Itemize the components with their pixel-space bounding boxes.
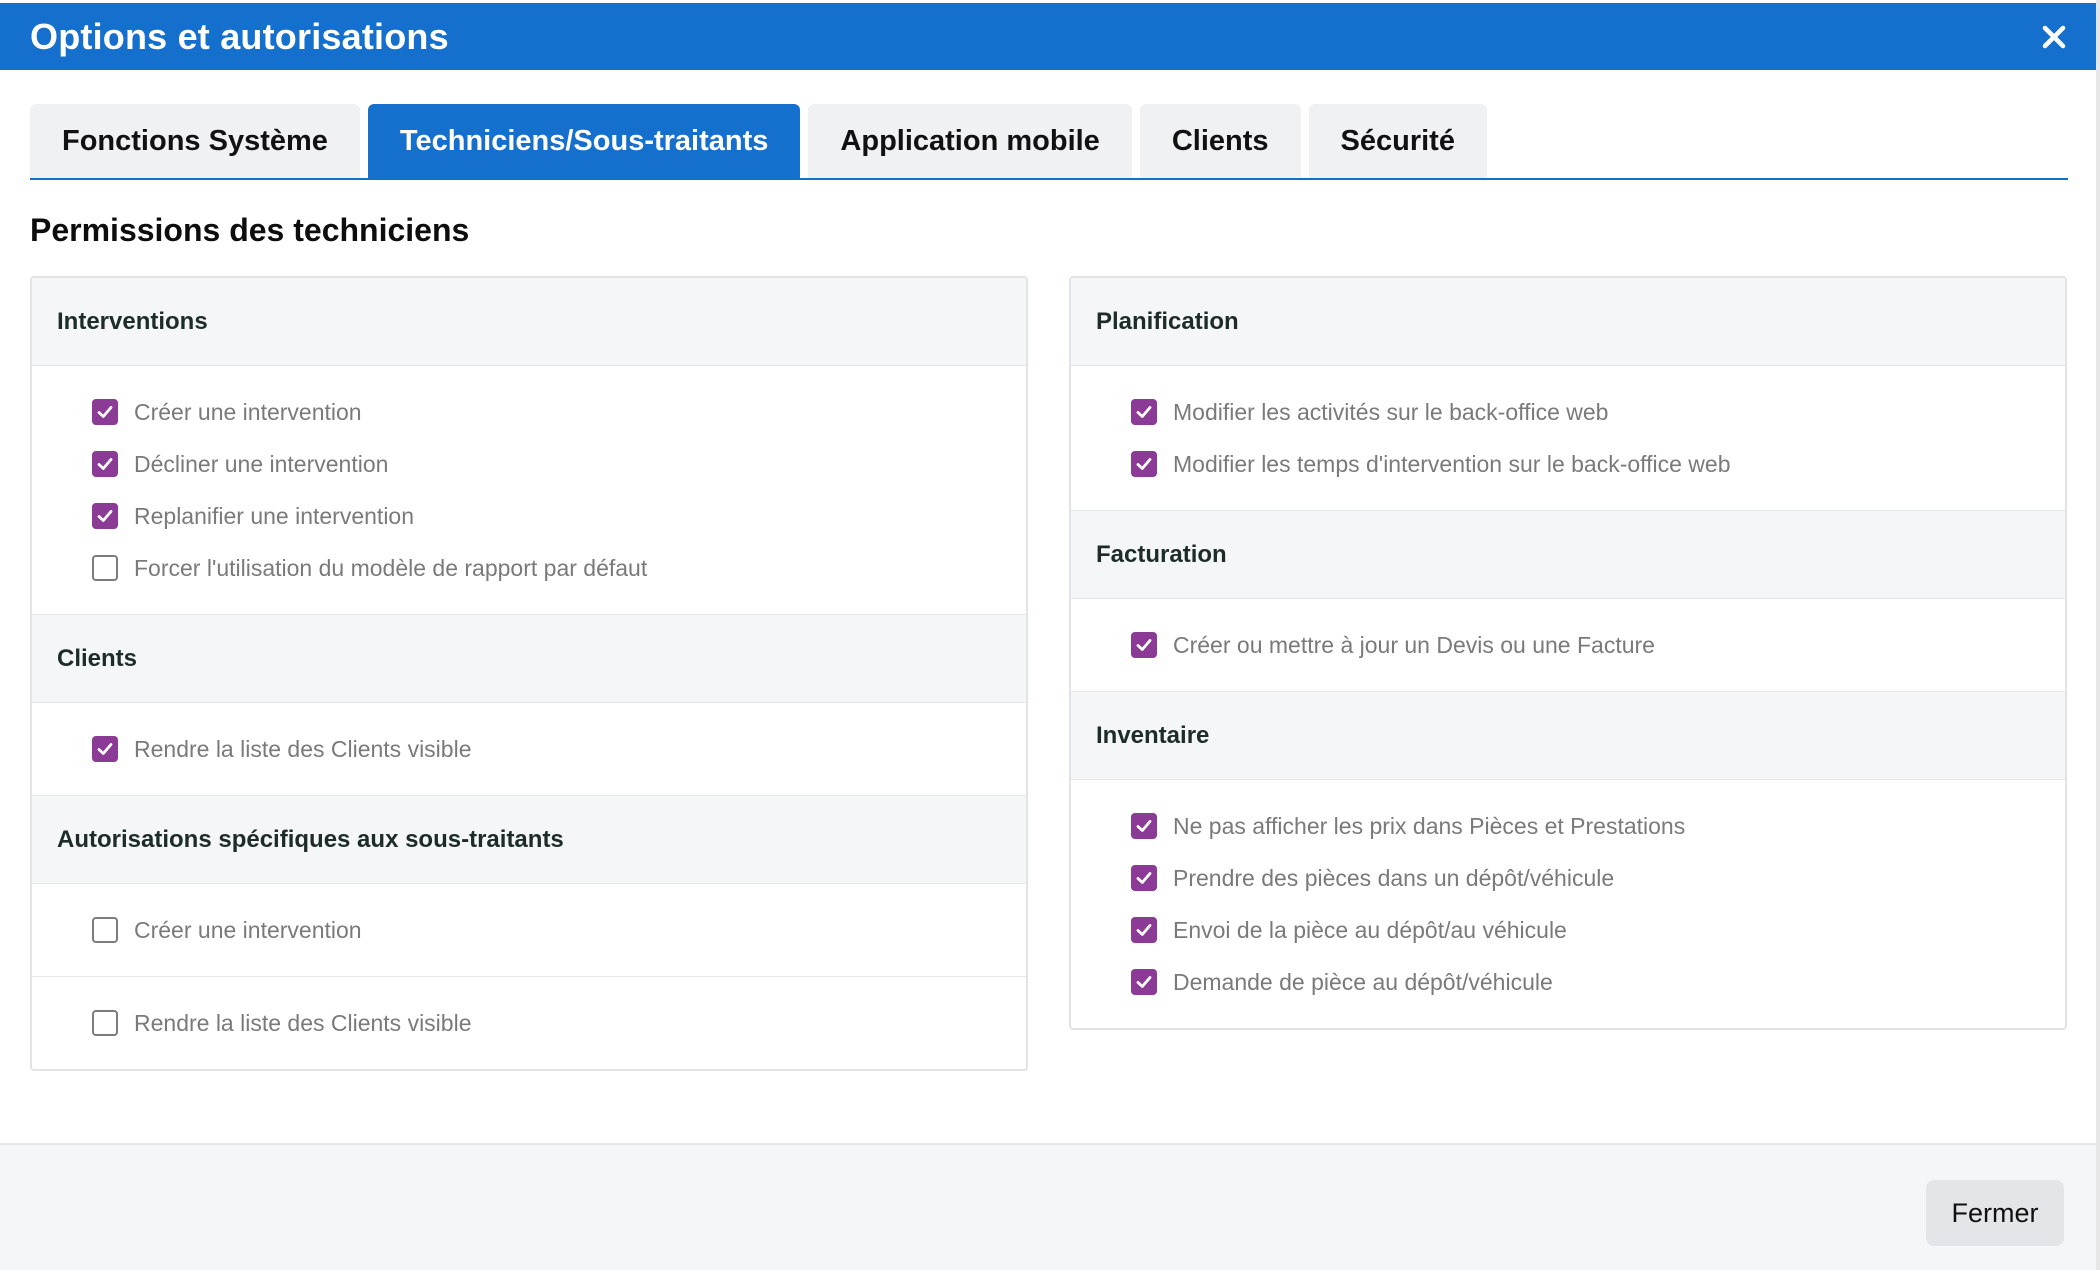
permission-item[interactable]: Prendre des pièces dans un dépôt/véhicul… [1131, 852, 2065, 904]
checkbox[interactable] [92, 503, 118, 529]
tab-label: Fonctions Système [62, 124, 328, 157]
dialog-footer: Fermer [0, 1143, 2096, 1270]
permission-item[interactable]: Envoi de la pièce au dépôt/au véhicule [1131, 904, 2065, 956]
group-header-interventions: Interventions [32, 278, 1026, 366]
permission-label: Décliner une intervention [134, 450, 389, 477]
group-body-clients: Rendre la liste des Clients visible [32, 703, 1026, 796]
group-header-clients: Clients [32, 615, 1026, 703]
permission-label: Envoi de la pièce au dépôt/au véhicule [1173, 916, 1567, 943]
group-body-subcontractors-2: Rendre la liste des Clients visible [32, 977, 1026, 1069]
checkbox[interactable] [1131, 399, 1157, 425]
tab-application-mobile[interactable]: Application mobile [808, 104, 1132, 178]
checkmark-icon [1136, 639, 1152, 651]
group-body-interventions: Créer une intervention Décliner une inte… [32, 366, 1026, 615]
checkmark-icon [1136, 924, 1152, 936]
checkbox[interactable] [92, 917, 118, 943]
tab-label: Application mobile [840, 124, 1100, 157]
permission-label: Rendre la liste des Clients visible [134, 1009, 472, 1036]
permission-item[interactable]: Créer ou mettre à jour un Devis ou une F… [1131, 619, 2065, 671]
checkbox[interactable] [92, 451, 118, 477]
tab-techniciens-sous-traitants[interactable]: Techniciens/Sous-traitants [367, 104, 801, 178]
window-edge [2096, 0, 2100, 1270]
group-body-billing: Créer ou mettre à jour un Devis ou une F… [1071, 599, 2065, 692]
checkbox[interactable] [92, 1010, 118, 1036]
checkbox[interactable] [1131, 917, 1157, 943]
checkbox[interactable] [1131, 969, 1157, 995]
section-title: Permissions des techniciens [30, 212, 470, 248]
group-body-subcontractors-1: Créer une intervention [32, 884, 1026, 977]
tab-securite[interactable]: Sécurité [1308, 104, 1487, 178]
group-body-inventory: Ne pas afficher les prix dans Pièces et … [1071, 780, 2065, 1028]
tab-clients[interactable]: Clients [1139, 104, 1301, 178]
permission-label: Créer ou mettre à jour un Devis ou une F… [1173, 631, 1655, 658]
checkbox[interactable] [1131, 813, 1157, 839]
checkmark-icon [1136, 458, 1152, 470]
checkmark-icon [1136, 872, 1152, 884]
permission-item[interactable]: Modifier les temps d'intervention sur le… [1131, 438, 2065, 490]
checkmark-icon [1136, 406, 1152, 418]
permission-item[interactable]: Créer une intervention [92, 904, 1026, 956]
group-header-billing: Facturation [1071, 511, 2065, 599]
checkmark-icon [97, 743, 113, 755]
close-icon[interactable] [2034, 17, 2074, 57]
permission-item[interactable]: Créer une intervention [92, 386, 1026, 438]
checkbox[interactable] [92, 555, 118, 581]
permission-label: Modifier les temps d'intervention sur le… [1173, 450, 1731, 477]
tab-label: Techniciens/Sous-traitants [399, 124, 769, 157]
permission-item[interactable]: Replanifier une intervention [92, 490, 1026, 542]
group-header-inventory: Inventaire [1071, 692, 2065, 780]
dialog-titlebar: Options et autorisations [0, 3, 2096, 70]
permissions-left-column: Interventions Créer une intervention Déc… [30, 276, 1028, 1071]
checkmark-icon [97, 510, 113, 522]
permission-item[interactable]: Ne pas afficher les prix dans Pièces et … [1131, 800, 2065, 852]
permission-item[interactable]: Forcer l'utilisation du modèle de rappor… [92, 542, 1026, 594]
checkmark-icon [97, 458, 113, 470]
checkbox[interactable] [1131, 865, 1157, 891]
close-button[interactable]: Fermer [1926, 1180, 2064, 1246]
group-header-planning: Planification [1071, 278, 2065, 366]
tab-label: Clients [1171, 124, 1269, 157]
permission-label: Demande de pièce au dépôt/véhicule [1173, 968, 1553, 995]
permission-label: Ne pas afficher les prix dans Pièces et … [1173, 812, 1686, 839]
checkmark-icon [1136, 976, 1152, 988]
tab-fonctions-systeme[interactable]: Fonctions Système [30, 104, 360, 178]
permission-label: Modifier les activités sur le back-offic… [1173, 398, 1609, 425]
permission-label: Créer une intervention [134, 398, 362, 425]
permission-item[interactable]: Décliner une intervention [92, 438, 1026, 490]
permission-item[interactable]: Modifier les activités sur le back-offic… [1131, 386, 2065, 438]
tab-label: Sécurité [1340, 124, 1455, 157]
permission-label: Prendre des pièces dans un dépôt/véhicul… [1173, 864, 1615, 891]
permission-label: Créer une intervention [134, 916, 362, 943]
checkmark-icon [97, 406, 113, 418]
permission-item[interactable]: Rendre la liste des Clients visible [92, 997, 1026, 1049]
checkbox[interactable] [1131, 451, 1157, 477]
group-header-subcontractors: Autorisations spécifiques aux sous-trait… [32, 796, 1026, 884]
group-body-planning: Modifier les activités sur le back-offic… [1071, 366, 2065, 511]
permission-label: Replanifier une intervention [134, 502, 415, 529]
permissions-right-column: Planification Modifier les activités sur… [1069, 276, 2067, 1030]
checkmark-icon [1136, 820, 1152, 832]
permission-label: Forcer l'utilisation du modèle de rappor… [134, 554, 648, 581]
permission-label: Rendre la liste des Clients visible [134, 735, 472, 762]
permission-item[interactable]: Demande de pièce au dépôt/véhicule [1131, 956, 2065, 1008]
checkbox[interactable] [92, 736, 118, 762]
checkbox[interactable] [92, 399, 118, 425]
tab-bar: Fonctions Système Techniciens/Sous-trait… [30, 104, 2068, 180]
dialog-title: Options et autorisations [30, 15, 449, 57]
permission-item[interactable]: Rendre la liste des Clients visible [92, 723, 1026, 775]
checkbox[interactable] [1131, 632, 1157, 658]
